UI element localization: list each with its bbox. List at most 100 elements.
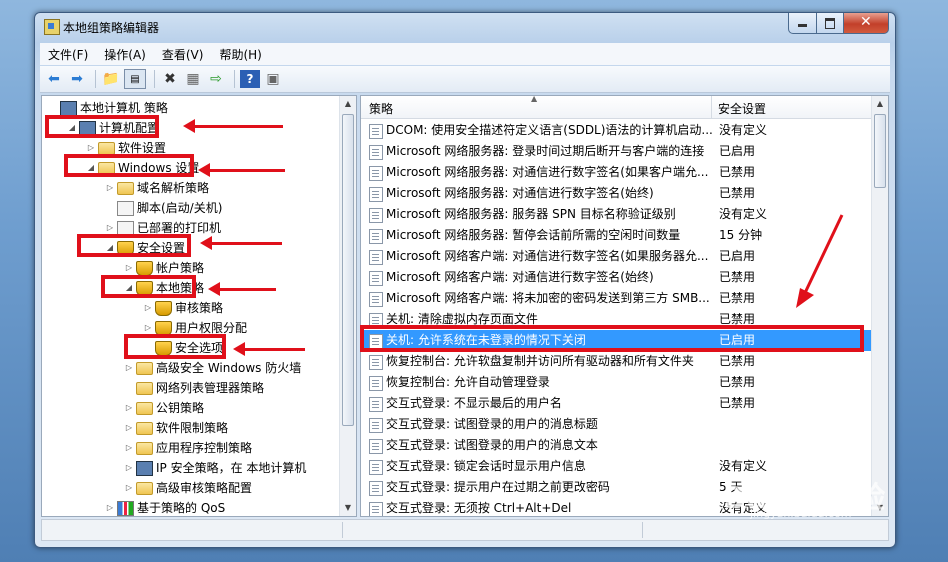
annotation-arrow-icon (208, 282, 276, 296)
filter-icon[interactable]: ▣ (263, 70, 283, 88)
table-row[interactable]: 恢复控制台: 允许软盘复制并访问所有驱动器和所有文件夹 已禁用 (361, 351, 872, 372)
tree-node[interactable]: ▷ 审核策略 (42, 298, 338, 318)
policy-icon (369, 187, 383, 202)
table-row[interactable]: DCOM: 使用安全描述符定义语言(SDDL)语法的计算机启动... 没有定义 (361, 120, 872, 141)
tree-node[interactable]: ▷ 公钥策略 (42, 398, 338, 418)
show-tree-icon[interactable]: ▤ (124, 69, 146, 89)
collapsed-arrow-icon[interactable]: ▷ (124, 398, 134, 418)
status-bar (41, 519, 889, 541)
table-row[interactable]: Microsoft 网络服务器: 登录时间过期后断开与客户端的连接 已启用 (361, 141, 872, 162)
table-row[interactable]: Microsoft 网络服务器: 对通信进行数字签名(如果客户端允... 已禁用 (361, 162, 872, 183)
tree-node[interactable]: ▷ 软件限制策略 (42, 418, 338, 438)
collapsed-arrow-icon[interactable]: ▷ (124, 358, 134, 378)
export-icon[interactable]: ⇨ (206, 70, 226, 88)
scroll-up-arrow-icon[interactable]: ▲ (872, 96, 888, 112)
policy-icon (369, 292, 383, 307)
policy-setting: 已禁用 (719, 396, 756, 410)
policy-name: 恢复控制台: 允许软盘复制并访问所有驱动器和所有文件夹 (386, 354, 694, 368)
annotation-arrow-icon (198, 163, 285, 177)
annotation-box (360, 325, 864, 352)
menu-action[interactable]: 操作(A) (96, 46, 154, 63)
title-bar[interactable]: 本地组策略编辑器 ✕ (35, 13, 895, 41)
policy-name: 交互式登录: 无须按 Ctrl+Alt+Del (386, 501, 572, 515)
collapsed-arrow-icon[interactable]: ▷ (124, 418, 134, 438)
collapsed-arrow-icon[interactable]: ▷ (124, 438, 134, 458)
up-folder-icon[interactable]: 📁 (101, 70, 121, 88)
close-button[interactable]: ✕ (843, 13, 889, 34)
policy-setting: 已启用 (719, 249, 756, 263)
collapsed-arrow-icon[interactable]: ▷ (124, 458, 134, 478)
policy-icon (369, 145, 383, 160)
table-row[interactable]: 交互式登录: 试图登录的用户的消息文本 (361, 435, 872, 456)
menu-help[interactable]: 帮助(H) (211, 46, 269, 63)
policy-icon (369, 439, 383, 454)
policy-setting: 已禁用 (719, 375, 756, 389)
column-header-policy[interactable]: 策略 (369, 100, 393, 117)
menu-file[interactable]: 文件(F) (40, 46, 96, 63)
tree-node[interactable]: ▷ 高级审核策略配置 (42, 478, 338, 498)
list-scrollbar[interactable]: ▲ ▼ (871, 96, 888, 516)
policy-name: Microsoft 网络服务器: 登录时间过期后断开与客户端的连接 (386, 144, 705, 158)
scroll-thumb[interactable] (342, 114, 354, 426)
column-header-setting[interactable]: 安全设置 (718, 100, 766, 117)
minimize-button[interactable] (788, 13, 817, 34)
table-row[interactable]: Microsoft 网络服务器: 对通信进行数字签名(始终) 已禁用 (361, 183, 872, 204)
tree-node[interactable]: ▷ 应用程序控制策略 (42, 438, 338, 458)
table-row[interactable]: 交互式登录: 试图登录的用户的消息标题 (361, 414, 872, 435)
collapsed-arrow-icon[interactable]: ▷ (124, 478, 134, 498)
column-divider[interactable] (711, 96, 712, 118)
tree-node-label: 高级审核策略配置 (156, 481, 253, 495)
tree-node[interactable]: ▷ 域名解析策略 (42, 178, 338, 198)
annotation-arrow-icon (183, 119, 283, 133)
toolbar: ⬅ ➡ 📁 ▤ ✖ ▦ ⇨ ? ▣ (40, 66, 890, 93)
maximize-button[interactable] (816, 13, 844, 34)
annotation-arrow-icon (233, 342, 305, 356)
tree-node-label: 基于策略的 QoS (137, 501, 226, 515)
forward-icon[interactable]: ➡ (67, 70, 87, 88)
policy-setting: 已禁用 (719, 354, 756, 368)
tree-node[interactable]: 网络列表管理器策略 (42, 378, 338, 398)
scroll-up-arrow-icon[interactable]: ▲ (340, 96, 356, 112)
computer-icon (136, 461, 153, 476)
tree-node[interactable]: ▷ IP 安全策略，在 本地计算机 (42, 458, 338, 478)
collapsed-arrow-icon[interactable]: ▷ (143, 298, 153, 318)
policy-setting: 已禁用 (719, 165, 756, 179)
policy-name: DCOM: 使用安全描述符定义语言(SDDL)语法的计算机启动... (386, 123, 713, 137)
delete-icon[interactable]: ✖ (160, 70, 180, 88)
policy-icon (369, 376, 383, 391)
policy-name: 恢复控制台: 允许自动管理登录 (386, 375, 550, 389)
properties-icon[interactable]: ▦ (183, 70, 203, 88)
annotation-diagonal-arrow-icon (796, 214, 844, 308)
menu-view[interactable]: 查看(V) (154, 46, 212, 63)
collapsed-arrow-icon[interactable]: ▷ (105, 498, 115, 516)
policy-icon (369, 166, 383, 181)
list-header: ▲ 策略 安全设置 (361, 96, 872, 119)
table-row[interactable]: 交互式登录: 不显示最后的用户名 已禁用 (361, 393, 872, 414)
tree-node-label: 软件限制策略 (156, 421, 229, 435)
back-icon[interactable]: ⬅ (44, 70, 64, 88)
policy-icon (369, 397, 383, 412)
tree-node[interactable]: ▷ 基于策略的 QoS (42, 498, 338, 516)
policy-icon (369, 124, 383, 139)
table-row[interactable]: 恢复控制台: 允许自动管理登录 已禁用 (361, 372, 872, 393)
scroll-down-arrow-icon[interactable]: ▼ (340, 500, 356, 516)
annotation-box (101, 275, 196, 298)
scroll-thumb[interactable] (874, 114, 886, 188)
chart-icon (117, 501, 134, 516)
tree-node-label: 应用程序控制策略 (156, 441, 253, 455)
policy-name: 交互式登录: 试图登录的用户的消息标题 (386, 417, 598, 431)
minimize-icon (798, 24, 807, 27)
window-title: 本地组策略编辑器 (63, 21, 160, 35)
toolbar-separator (234, 70, 235, 88)
tree-node[interactable]: 脚本(启动/关机) (42, 198, 338, 218)
policy-setting: 已禁用 (719, 291, 756, 305)
tree-node-label: 公钥策略 (156, 401, 205, 415)
policy-name: Microsoft 网络服务器: 对通信进行数字签名(始终) (386, 186, 654, 200)
help-icon[interactable]: ? (240, 70, 260, 88)
policy-name: Microsoft 网络服务器: 对通信进行数字签名(如果客户端允... (386, 165, 709, 179)
tree-scrollbar[interactable]: ▲ ▼ (339, 96, 356, 516)
computer-icon (60, 101, 77, 116)
tree-node-label: 网络列表管理器策略 (156, 381, 265, 395)
collapsed-arrow-icon[interactable]: ▷ (105, 178, 115, 198)
tree-node[interactable]: ▷ 高级安全 Windows 防火墙 (42, 358, 338, 378)
